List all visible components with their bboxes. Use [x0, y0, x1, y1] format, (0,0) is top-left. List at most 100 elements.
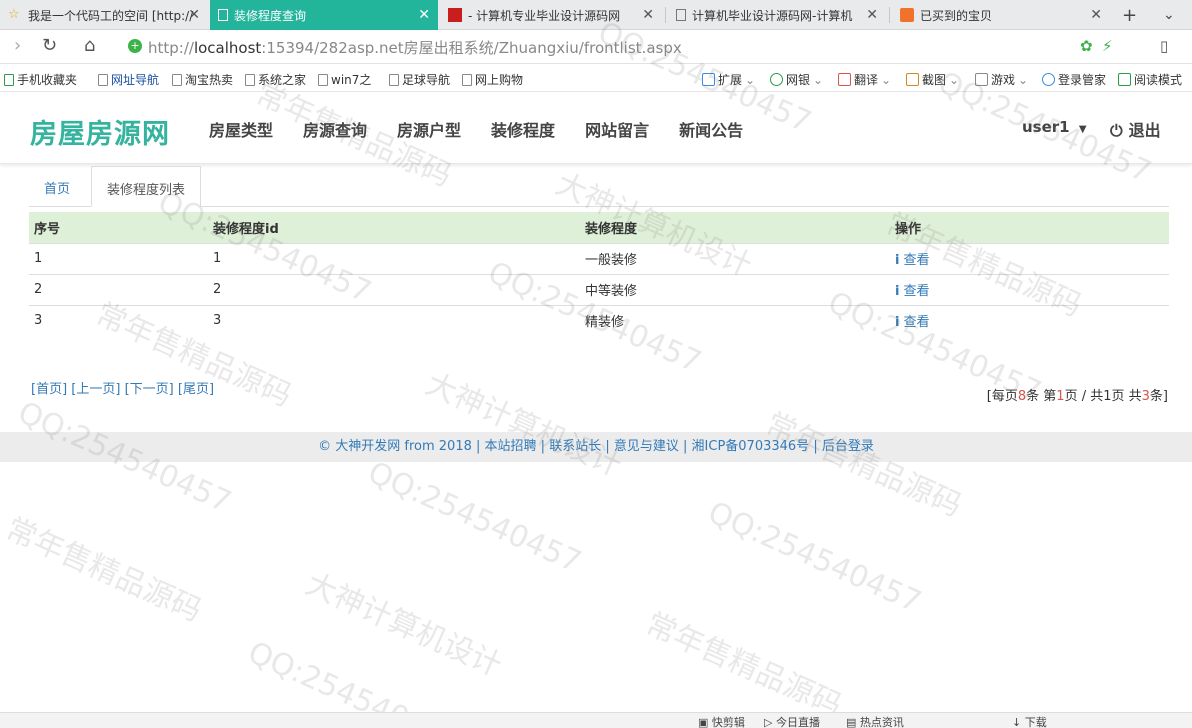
tab-home[interactable]: 首页	[29, 166, 85, 207]
status-quick-clip[interactable]: ▣ 快剪辑	[698, 714, 745, 728]
url-field[interactable]: http://localhost:15394/282asp.net房屋出租系统/…	[148, 37, 682, 58]
toolbar-games[interactable]: 游戏 ⌄	[975, 71, 1028, 88]
watermark: 大神计算机设计	[420, 366, 627, 484]
bookmark-win7[interactable]: win7之	[318, 71, 371, 88]
bookmark-nav[interactable]: 网址导航	[98, 71, 159, 88]
reload-icon[interactable]: ↻	[42, 35, 57, 56]
phone-icon	[4, 73, 14, 86]
pager-first[interactable]: [首页]	[31, 382, 67, 397]
footer-link-contact[interactable]: 联系站长	[549, 439, 601, 454]
main-nav: 房屋类型 房源查询 房源户型 装修程度 网站留言 新闻公告	[209, 117, 773, 141]
page-info: [每页8条 第1页 / 共1页 共3条]	[987, 385, 1168, 404]
toolbar-bank[interactable]: 网银 ⌄	[770, 71, 823, 88]
column-header: 操作	[890, 212, 1169, 243]
pager-next[interactable]: [下一页]	[125, 382, 174, 397]
key-icon	[1042, 73, 1055, 86]
toolbar-reading-mode[interactable]: 阅读模式	[1118, 71, 1182, 88]
toolbar-label: 截图	[922, 73, 947, 87]
chevron-down-icon: ⌄	[1018, 72, 1029, 87]
nav-house-type[interactable]: 房屋类型	[209, 117, 273, 141]
site-logo[interactable]: 房屋房源网	[30, 112, 170, 151]
url-scheme: http://	[148, 39, 194, 57]
page-info-text: [每页	[986, 389, 1018, 404]
logout-label: 退出	[1128, 121, 1161, 140]
nav-listing-search[interactable]: 房源查询	[303, 117, 367, 141]
footer-link-admin[interactable]: 后台登录	[822, 439, 874, 454]
tab-label: 装修程度查询	[234, 8, 307, 23]
grid-icon	[702, 73, 715, 86]
extension-icon[interactable]: ✿	[1080, 37, 1093, 55]
pager-last[interactable]: [尾页]	[178, 382, 214, 397]
close-icon[interactable]: ✕	[866, 7, 878, 23]
user-menu[interactable]: user1 ▼	[1022, 118, 1087, 136]
tab-decoration-list[interactable]: 装修程度列表	[91, 166, 202, 207]
tab-3[interactable]: 计算机毕业设计源码网-计算机 ✕	[668, 0, 886, 30]
close-icon[interactable]: ✕	[1090, 7, 1102, 23]
close-icon[interactable]: ✕	[418, 7, 430, 23]
page-info-text: 页 / 共	[1064, 389, 1104, 404]
tab-0[interactable]: ☆ 我是一个代码工的空间 [http:// ✕	[0, 0, 208, 30]
close-icon[interactable]: ✕	[642, 7, 654, 23]
page-icon	[98, 73, 108, 86]
play-icon: ▷	[764, 716, 776, 728]
news-icon: ▤	[846, 716, 860, 728]
scissors-icon	[906, 73, 919, 86]
page-count: 1	[1103, 389, 1112, 404]
nav-news[interactable]: 新闻公告	[679, 117, 743, 141]
decoration-table: 序号 装修程度id 装修程度 操作 1 1 一般装修 i 查看 2 2 中等装修 …	[29, 212, 1169, 336]
bookmark-system[interactable]: 系统之家	[245, 71, 306, 88]
chevron-down-icon: ⌄	[881, 72, 892, 87]
view-link[interactable]: i 查看	[895, 315, 929, 330]
toolbar-extensions[interactable]: 扩展 ⌄	[702, 71, 755, 88]
page-icon	[218, 9, 228, 21]
page-icon	[676, 9, 686, 21]
toolbar-translate[interactable]: 翻译 ⌄	[838, 71, 891, 88]
footer-link-feedback[interactable]: 意见与建议	[614, 439, 679, 454]
home-icon[interactable]: ⌂	[84, 35, 95, 56]
status-download[interactable]: ↓ 下载	[1012, 714, 1047, 728]
tab-4[interactable]: 已买到的宝贝 ✕	[892, 0, 1110, 30]
nav-layout[interactable]: 房源户型	[397, 117, 461, 141]
footer-icp[interactable]: 湘ICP备0703346号	[692, 439, 810, 454]
toolbar-label: 网银	[786, 73, 811, 87]
toolbar-login-manager[interactable]: 登录管家	[1042, 71, 1106, 88]
view-label: 查看	[903, 284, 930, 299]
pager-prev[interactable]: [上一页]	[71, 382, 120, 397]
toolbar-screenshot[interactable]: 截图 ⌄	[906, 71, 959, 88]
tab-1[interactable]: 装修程度查询 ✕	[210, 0, 438, 30]
info-icon: i	[895, 315, 900, 331]
bookmark-football[interactable]: 足球导航	[389, 71, 450, 88]
page-info-text: 条 第	[1026, 389, 1057, 404]
footer-link-jobs[interactable]: 本站招聘	[485, 439, 537, 454]
logout-button[interactable]: ⏻ 退出	[1110, 117, 1161, 141]
forward-icon[interactable]: ›	[14, 35, 21, 56]
page-icon	[318, 73, 328, 86]
info-icon: i	[895, 284, 900, 299]
bookmark-taobao[interactable]: 淘宝热卖	[172, 71, 233, 88]
status-live[interactable]: ▷ 今日直播	[764, 714, 820, 728]
site-footer: © 大神开发网 from 2018 | 本站招聘 | 联系站长 | 意见与建议 …	[0, 432, 1192, 462]
cell-id: 2	[208, 273, 580, 305]
view-label: 查看	[903, 315, 930, 331]
cell-id: 3	[208, 304, 580, 336]
taobao-icon	[900, 8, 914, 22]
tab-label: - 计算机专业毕业设计源码网	[468, 8, 621, 23]
close-icon[interactable]: ✕	[188, 7, 200, 23]
tab-label: 已买到的宝贝	[920, 8, 993, 23]
site-header: 房屋房源网 房屋类型 房源查询 房源户型 装修程度 网站留言 新闻公告 user…	[0, 92, 1192, 164]
bookmark-shopping[interactable]: 网上购物	[462, 71, 523, 88]
status-hot-news[interactable]: ▤ 热点资讯	[846, 714, 904, 728]
view-link[interactable]: i 查看	[895, 284, 929, 299]
status-label: 热点资讯	[859, 716, 904, 728]
lightning-icon[interactable]: ⚡	[1102, 37, 1113, 55]
tab-2[interactable]: - 计算机专业毕业设计源码网 ✕	[440, 0, 662, 30]
nav-guestbook[interactable]: 网站留言	[585, 117, 649, 141]
view-link[interactable]: i 查看	[895, 253, 929, 268]
bookmark-mobile[interactable]: 手机收藏夹	[4, 71, 77, 88]
nav-decoration[interactable]: 装修程度	[491, 117, 555, 141]
new-tab-button[interactable]: +	[1122, 0, 1137, 30]
mobile-icon[interactable]: ▯	[1160, 37, 1168, 55]
toolbar-label: 游戏	[991, 73, 1016, 87]
status-label: 快剪辑	[711, 716, 745, 728]
tab-list-button[interactable]: ⌄	[1163, 0, 1175, 30]
